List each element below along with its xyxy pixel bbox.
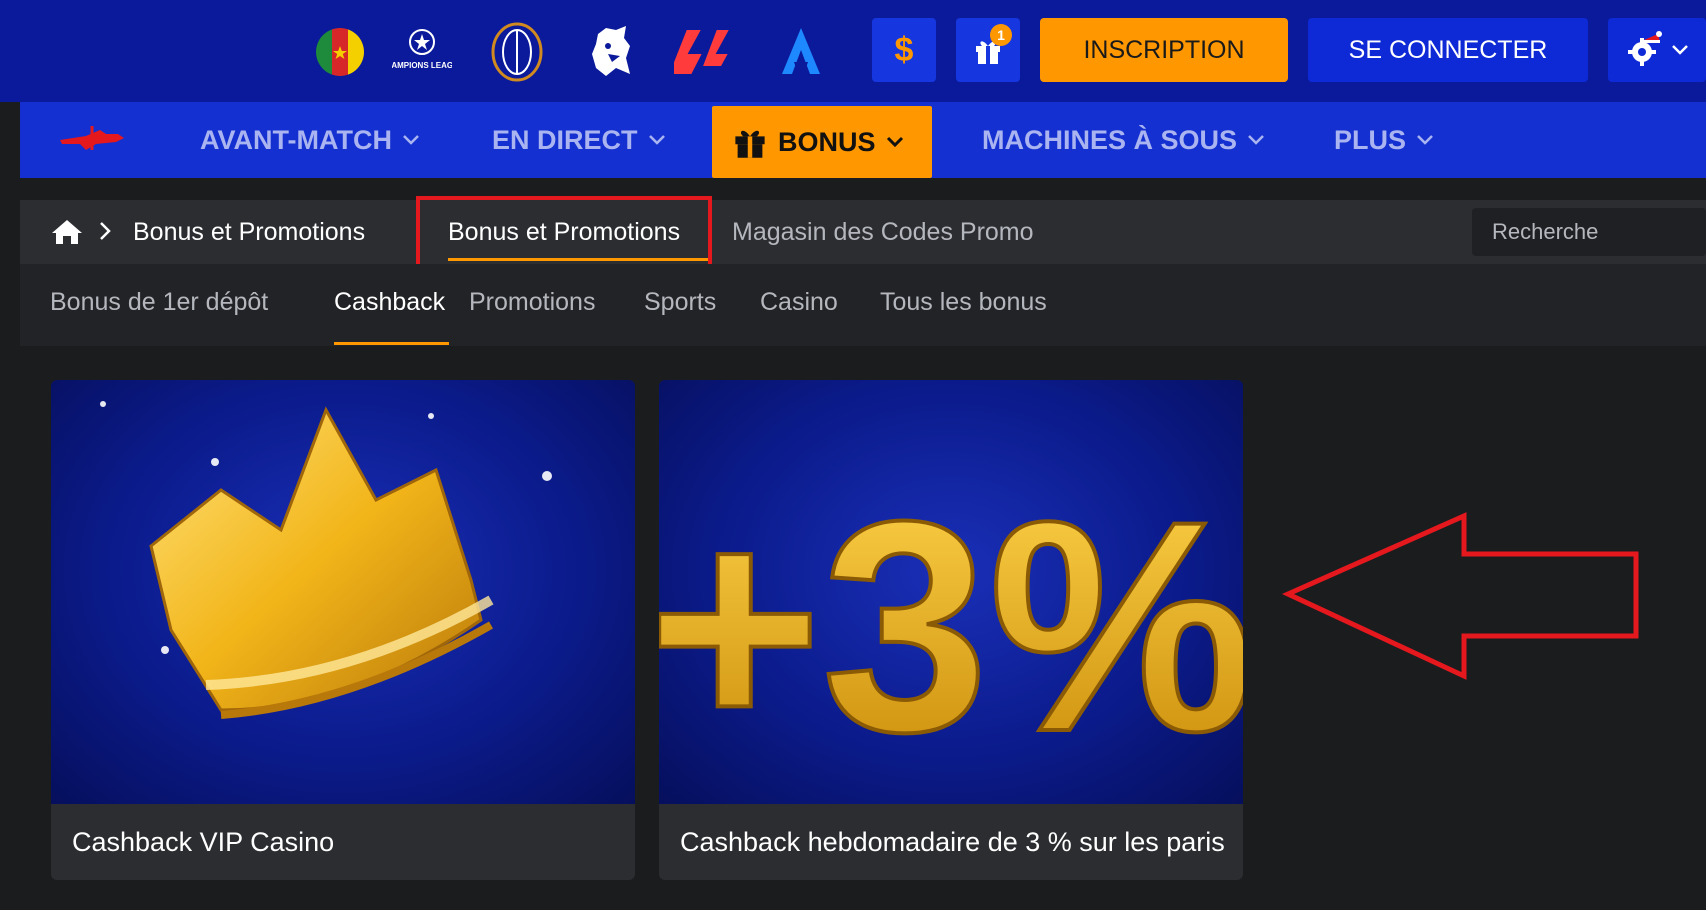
aviator-plane-icon[interactable]: [56, 122, 128, 159]
tab-cashback[interactable]: Cashback: [334, 288, 445, 317]
category-tabs: Bonus de 1er dépôt Cashback Promotions S…: [20, 264, 1706, 346]
gear-icon: [1628, 31, 1662, 66]
nav-prematch-label: AVANT-MATCH: [200, 124, 392, 155]
main-nav: AVANT-MATCH EN DIRECT BONUS MACHINES À S…: [20, 102, 1706, 178]
top-bar: CHAMPIONS LEAGUE $: [0, 0, 1706, 102]
flag-cameroon-icon[interactable]: [310, 20, 370, 84]
nav-more[interactable]: PLUS: [1334, 102, 1434, 178]
arrow-annotation: [1280, 512, 1644, 687]
plus-three-percent-text: +3%: [659, 458, 1243, 794]
tab-promo-code-store[interactable]: Magasin des Codes Promo: [732, 200, 1034, 264]
search-input[interactable]: [1472, 208, 1706, 256]
gift-button[interactable]: 1: [956, 18, 1020, 82]
nav-more-label: PLUS: [1334, 124, 1407, 155]
tab-sports[interactable]: Sports: [644, 288, 716, 317]
tab-all-bonuses[interactable]: Tous les bonus: [880, 288, 1047, 317]
chevron-down-icon: [1672, 45, 1688, 55]
gift-icon: [735, 130, 765, 158]
nav-prematch[interactable]: AVANT-MATCH: [200, 102, 420, 178]
europa-league-icon[interactable]: [487, 20, 547, 84]
bonus-card[interactable]: +3% Cashback hebdomadaire de 3 % sur les…: [659, 380, 1243, 880]
gift-count-badge: 1: [990, 24, 1012, 46]
card-title: Cashback hebdomadaire de 3 % sur les par…: [680, 826, 1225, 857]
chevron-down-icon: [1417, 135, 1433, 145]
tab-promotions[interactable]: Promotions: [469, 288, 595, 317]
nav-slots[interactable]: MACHINES À SOUS: [982, 102, 1265, 178]
chevron-down-icon: [648, 135, 665, 145]
premier-league-icon[interactable]: [581, 20, 641, 84]
bonus-card[interactable]: Cashback VIP Casino: [51, 380, 635, 880]
laliga-icon[interactable]: [674, 20, 734, 84]
cashback-percent-image: +3%: [659, 380, 1243, 804]
home-icon[interactable]: [50, 218, 84, 251]
register-button[interactable]: INSCRIPTION: [1040, 18, 1288, 82]
nav-live[interactable]: EN DIRECT: [492, 102, 666, 178]
nav-live-label: EN DIRECT: [492, 124, 638, 155]
chevron-down-icon: [403, 135, 419, 145]
login-button[interactable]: SE CONNECTER: [1308, 18, 1588, 82]
nav-bonus[interactable]: BONUS: [712, 106, 932, 178]
tab-first-deposit-bonus[interactable]: Bonus de 1er dépôt: [50, 288, 268, 317]
nav-slots-label: MACHINES À SOUS: [982, 124, 1238, 155]
tab-casino[interactable]: Casino: [760, 288, 838, 317]
chevron-down-icon: [1248, 135, 1264, 145]
chevron-down-icon: [886, 136, 903, 148]
active-category-indicator: [334, 342, 449, 345]
ucl-caption: CHAMPIONS LEAGUE: [392, 61, 452, 70]
crown-image: [51, 380, 635, 804]
settings-button[interactable]: [1608, 18, 1706, 82]
breadcrumb: Bonus et Promotions Bonus et Promotions …: [20, 200, 1706, 264]
card-title: Cashback VIP Casino: [72, 826, 335, 857]
chevron-right-icon: [98, 220, 112, 247]
champions-league-icon[interactable]: CHAMPIONS LEAGUE: [392, 20, 452, 84]
dollar-icon: $: [894, 30, 914, 69]
breadcrumb-current[interactable]: Bonus et Promotions: [133, 200, 365, 264]
serie-a-icon[interactable]: [771, 20, 831, 84]
nav-bonus-label: BONUS: [778, 126, 876, 157]
dollar-button[interactable]: $: [872, 18, 936, 82]
